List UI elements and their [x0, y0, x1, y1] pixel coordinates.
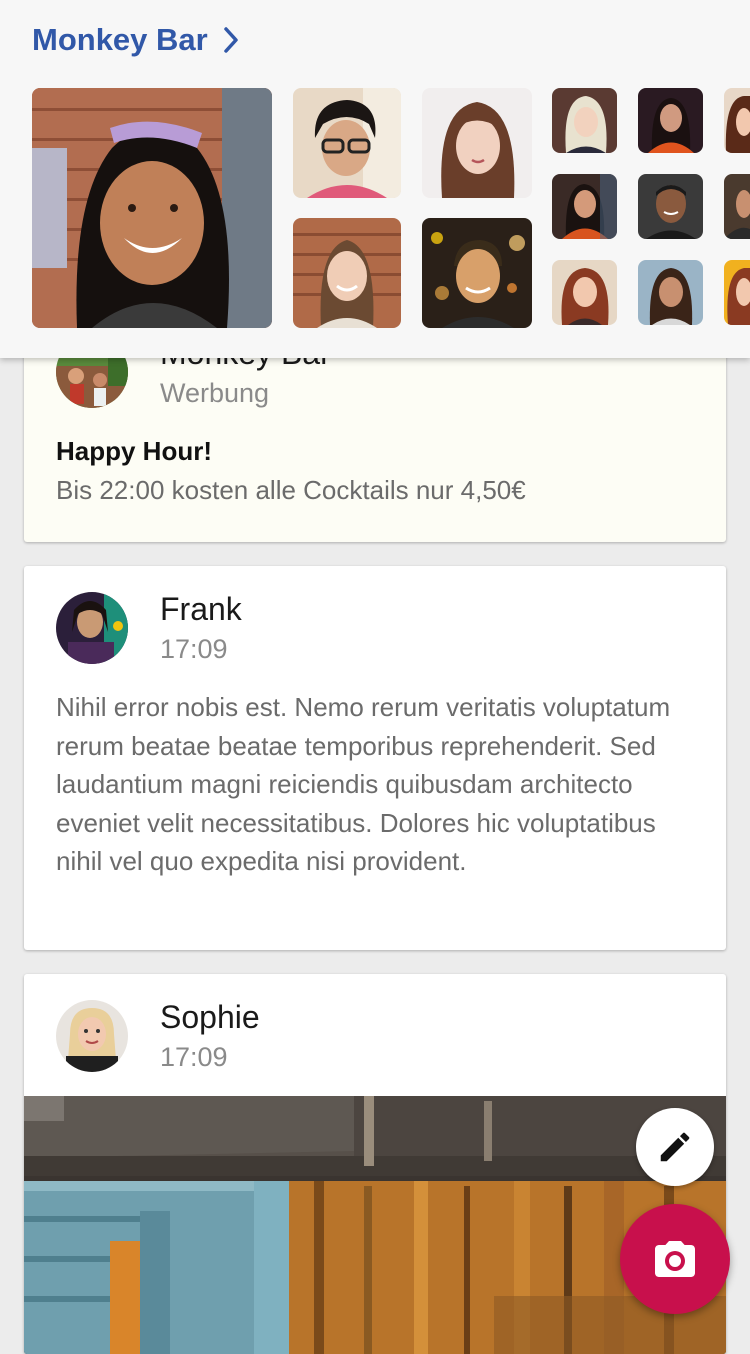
- camera-icon: [655, 1241, 695, 1277]
- person-thumbnail[interactable]: [724, 174, 750, 239]
- author-name[interactable]: Frank: [160, 589, 242, 629]
- venue-header: Monkey Bar: [0, 0, 750, 358]
- person-thumbnail[interactable]: [552, 260, 617, 325]
- person-thumbnail[interactable]: [32, 88, 272, 328]
- post-body: Happy Hour! Bis 22:00 kosten alle Cockta…: [56, 432, 694, 509]
- venue-title[interactable]: Monkey Bar: [32, 22, 240, 58]
- post-header: Frank 17:09: [56, 589, 242, 664]
- post-header: Sophie 17:09: [56, 997, 260, 1072]
- person-thumbnail[interactable]: [724, 88, 750, 153]
- person-thumbnail[interactable]: [638, 88, 703, 153]
- person-thumbnail[interactable]: [552, 88, 617, 153]
- post-text: Bis 22:00 kosten alle Cocktails nur 4,50…: [56, 474, 526, 505]
- pencil-icon: [660, 1132, 690, 1162]
- person-thumbnail[interactable]: [422, 88, 532, 198]
- avatar[interactable]: [56, 1000, 128, 1072]
- post-photo[interactable]: [24, 1096, 726, 1354]
- person-thumbnail[interactable]: [638, 260, 703, 325]
- post-timestamp: 17:09: [160, 634, 228, 664]
- venue-name[interactable]: Monkey Bar: [32, 22, 208, 58]
- person-thumbnail[interactable]: [293, 218, 401, 328]
- post-meta: Werbung: [160, 378, 270, 408]
- post-card[interactable]: Frank 17:09 Nihil error nobis est. Nemo …: [24, 566, 726, 950]
- post-timestamp: 17:09: [160, 1042, 228, 1072]
- post-title: Happy Hour!: [56, 436, 212, 466]
- chevron-right-icon[interactable]: [222, 25, 240, 55]
- person-thumbnail[interactable]: [724, 260, 750, 325]
- person-thumbnail[interactable]: [552, 174, 617, 239]
- author-name[interactable]: Sophie: [160, 997, 260, 1037]
- post-card[interactable]: Sophie 17:09: [24, 974, 726, 1354]
- post-text: Nihil error nobis est. Nemo rerum verita…: [56, 692, 671, 876]
- avatar[interactable]: [56, 592, 128, 664]
- person-thumbnail[interactable]: [293, 88, 401, 198]
- edit-fab[interactable]: [636, 1108, 714, 1186]
- camera-fab[interactable]: [620, 1204, 730, 1314]
- person-thumbnail[interactable]: [638, 174, 703, 239]
- person-thumbnail[interactable]: [422, 218, 532, 328]
